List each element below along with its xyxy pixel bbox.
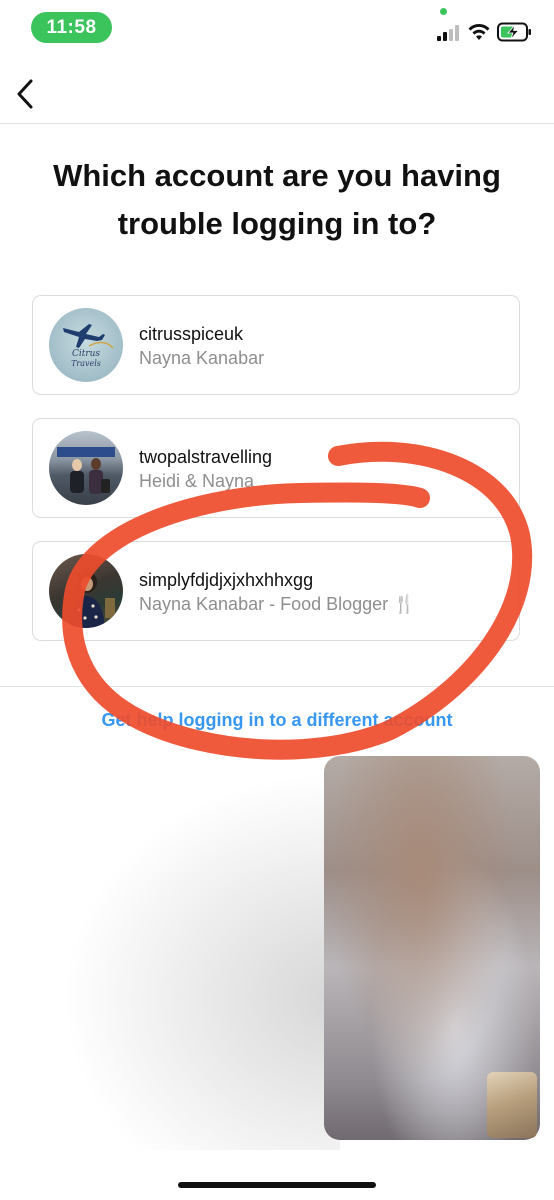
account-card-simplyfdjdjxjxhxhhxgg[interactable]: simplyfdjdjxjxhxhhxgg Nayna Kanabar - Fo… bbox=[32, 541, 520, 641]
avatar bbox=[49, 554, 123, 628]
status-bar: 11:58 bbox=[0, 0, 554, 56]
avatar-photo bbox=[57, 447, 115, 494]
account-username: twopalstravelling bbox=[139, 447, 273, 467]
help-different-account-link[interactable]: Get help logging in to a different accou… bbox=[0, 710, 554, 731]
avatar bbox=[49, 431, 123, 505]
account-card-citrusspiceuk[interactable]: Citrus Travels citrusspiceuk Nayna Kanab… bbox=[32, 295, 520, 395]
camera-dot-icon bbox=[440, 8, 447, 15]
chevron-left-icon bbox=[17, 79, 33, 109]
svg-text:Travels: Travels bbox=[71, 359, 101, 368]
account-display-name: Nayna Kanabar bbox=[139, 348, 265, 368]
status-time: 11:58 bbox=[31, 12, 112, 43]
account-display-name: Heidi & Nayna bbox=[139, 471, 255, 491]
account-username: citrusspiceuk bbox=[139, 324, 244, 344]
header-divider bbox=[0, 123, 554, 124]
account-display-name: Nayna Kanabar - Food Blogger 🍴 bbox=[139, 594, 416, 614]
avatar-photo bbox=[69, 571, 115, 628]
section-divider bbox=[0, 686, 554, 687]
page-title-line-1: Which account are you having bbox=[53, 158, 501, 193]
battery-charging-icon bbox=[497, 22, 531, 42]
account-username: simplyfdjdjxjxhxhhxgg bbox=[139, 570, 314, 590]
page-title-line-2: trouble logging in to? bbox=[117, 206, 437, 241]
signal-icon bbox=[437, 25, 459, 41]
video-self-thumbnail[interactable] bbox=[487, 1072, 537, 1138]
account-card-twopalstravelling[interactable]: twopalstravelling Heidi & Nayna bbox=[32, 418, 520, 518]
wifi-icon bbox=[468, 24, 490, 40]
page-title: Which account are you having trouble log… bbox=[30, 152, 524, 248]
back-button[interactable] bbox=[12, 76, 42, 112]
home-indicator bbox=[178, 1182, 376, 1188]
airplane-logo-icon: Citrus Travels bbox=[63, 324, 114, 368]
overlay-shadow bbox=[60, 770, 340, 1150]
avatar: Citrus Travels bbox=[49, 308, 123, 382]
svg-text:Citrus: Citrus bbox=[72, 349, 100, 359]
